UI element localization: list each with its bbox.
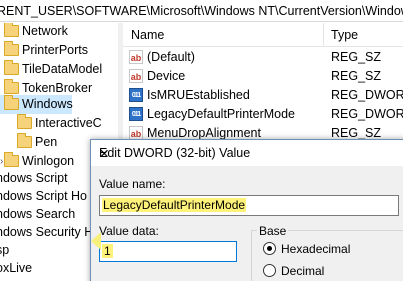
tree-item-label: Winlogon <box>22 154 75 168</box>
tree-item-label: TileDataModel <box>22 62 103 76</box>
column-header-type[interactable]: Type <box>331 28 358 42</box>
value-data-text: 1 <box>102 244 113 258</box>
dword-value-icon: 011 <box>129 107 143 121</box>
tree-item-label: oxLive <box>0 261 33 275</box>
hexadecimal-label[interactable]: Hexadecimal <box>281 242 350 256</box>
dialog-title-bar[interactable]: Edit DWORD (32-bit) Value ✕ <box>91 140 403 166</box>
tree-item-printerports[interactable]: PrinterPorts <box>0 41 118 60</box>
value-type: REG_SZ <box>331 126 382 140</box>
tree-item-label: ndows Script Ho <box>0 189 88 203</box>
list-item[interactable]: 011 LegacyDefaultPrinterMode REG_DWORD <box>123 105 403 124</box>
list-item[interactable]: 011 IsMRUEstablished REG_DWORD <box>123 86 403 105</box>
dword-value-icon: 011 <box>129 88 143 102</box>
value-name-field[interactable]: LegacyDefaultPrinterMode <box>99 195 399 216</box>
tree-item-label: Windows <box>22 97 73 111</box>
tree-item-label: Pen <box>35 135 58 149</box>
value-type: REG_DWORD <box>331 107 403 121</box>
tree-item-interactivec[interactable]: InteractiveC <box>0 114 118 133</box>
decimal-radio[interactable] <box>263 264 276 277</box>
tree-item-tiledatamodel[interactable]: TileDataModel <box>0 60 118 79</box>
value-type: REG_SZ <box>331 50 382 64</box>
list-item[interactable]: ab Device REG_SZ <box>123 67 403 86</box>
value-data-field[interactable]: 1 <box>99 241 237 262</box>
address-bar[interactable]: RENT_USER\SOFTWARE\Microsoft\Windows NT\… <box>0 0 403 22</box>
value-data-label: Value data: <box>99 224 159 238</box>
folder-icon <box>4 95 19 110</box>
string-value-icon: ab <box>129 126 143 140</box>
address-path: RENT_USER\SOFTWARE\Microsoft\Windows NT\… <box>0 4 403 18</box>
edit-dword-dialog: Edit DWORD (32-bit) Value ✕ Value name: … <box>90 139 403 281</box>
tree-item-network[interactable]: Network <box>0 23 118 41</box>
value-type: REG_DWORD <box>331 88 403 102</box>
value-name-label: Value name: <box>99 177 166 191</box>
base-label: Base <box>257 224 289 238</box>
value-name: IsMRUEstablished <box>147 88 250 102</box>
folder-icon <box>4 41 19 56</box>
highlight-arrow-marker <box>91 232 101 250</box>
close-icon[interactable]: ✕ <box>99 146 397 161</box>
value-name: Device <box>147 69 186 83</box>
folder-icon <box>17 133 32 148</box>
decimal-label[interactable]: Decimal <box>281 264 324 278</box>
list-header: Name Type <box>123 23 403 47</box>
folder-icon <box>4 23 19 37</box>
tree-item-label: Network <box>22 24 68 38</box>
value-name: (Default) <box>147 50 195 64</box>
folder-icon <box>4 152 19 167</box>
tree-item-label: ndows Search <box>0 207 76 221</box>
column-divider[interactable] <box>323 23 324 47</box>
folder-icon <box>17 114 32 129</box>
tree-item-label: InteractiveC <box>35 116 102 130</box>
folder-icon <box>4 79 19 94</box>
value-name: MenuDropAlignment <box>147 126 261 140</box>
tree-item-label: TokenBroker <box>22 81 93 95</box>
chevron-right-icon[interactable]: › <box>0 156 3 167</box>
value-name: LegacyDefaultPrinterMode <box>147 107 295 121</box>
value-name-text: LegacyDefaultPrinterMode <box>102 198 247 212</box>
folder-icon <box>4 60 19 75</box>
tree-item-label: ndows Script <box>0 171 68 185</box>
tree-item-label: ndows Security H <box>0 225 94 239</box>
tree-item-windows[interactable]: Windows <box>0 95 73 114</box>
hexadecimal-radio[interactable] <box>263 242 276 255</box>
string-value-icon: ab <box>129 69 143 83</box>
value-type: REG_SZ <box>331 69 382 83</box>
tree-item-label: PrinterPorts <box>22 43 88 57</box>
tree-item-label: sp <box>0 243 10 257</box>
string-value-icon: ab <box>129 50 143 64</box>
list-item[interactable]: ab (Default) REG_SZ <box>123 48 403 67</box>
column-header-name[interactable]: Name <box>131 28 164 42</box>
